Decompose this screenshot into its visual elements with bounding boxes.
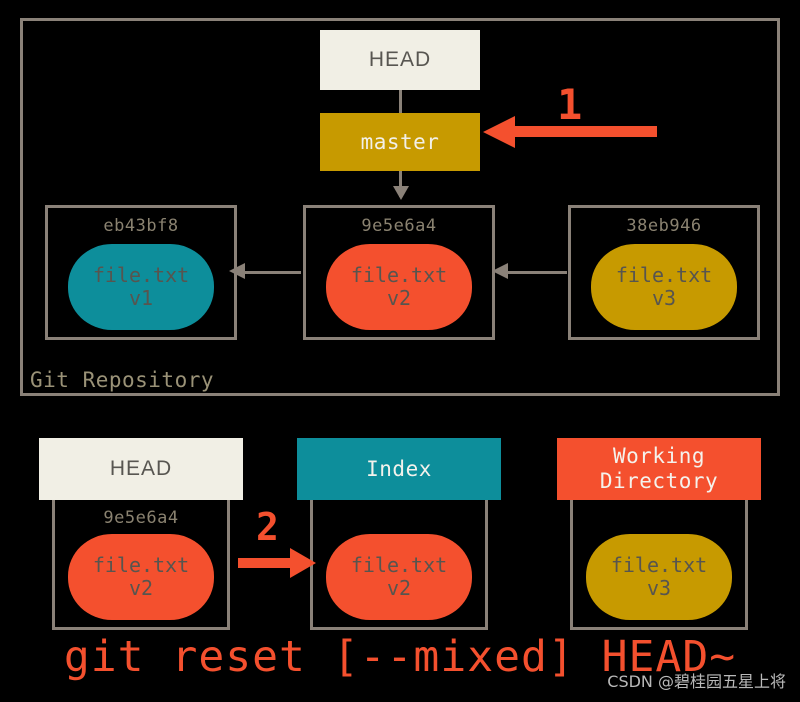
area-header-working-directory: Working Directory	[557, 438, 761, 500]
blob-filename: file.txt	[92, 263, 190, 287]
blob-version: v2	[128, 576, 154, 600]
area-header-head: HEAD	[39, 438, 243, 500]
blob-filename: file.txt	[610, 553, 708, 577]
head-pointer-label: HEAD	[368, 48, 432, 71]
commit-box-38eb946: 38eb946 file.txt v3	[568, 205, 760, 340]
area-title-label: Index	[366, 456, 432, 481]
blob-filename: file.txt	[350, 263, 448, 287]
area-blob-head: file.txt v2	[68, 534, 214, 620]
commit-blob: file.txt v3	[591, 244, 737, 330]
commit-box-eb43bf8: eb43bf8 file.txt v1	[45, 205, 237, 340]
diagram-canvas: Git Repository HEAD master eb43bf8 file.…	[0, 0, 800, 702]
master-branch-label: master	[360, 130, 440, 154]
commit-hash-label: 38eb946	[626, 216, 702, 236]
blob-version: v2	[386, 286, 412, 310]
commit-parent-arrowhead	[229, 263, 245, 279]
blob-version: v2	[386, 576, 412, 600]
blob-filename: file.txt	[92, 553, 190, 577]
master-to-commit-arrowhead	[393, 186, 409, 200]
area-header-index: Index	[297, 438, 501, 500]
annotation-arrow-1-shaft	[512, 126, 657, 137]
blob-version: v3	[646, 576, 672, 600]
commit-blob: file.txt v2	[326, 244, 472, 330]
blob-filename: file.txt	[350, 553, 448, 577]
commit-parent-link	[243, 271, 301, 274]
area-title-label: Working Directory	[599, 444, 719, 493]
git-repository-label: Git Repository	[30, 368, 215, 392]
area-blob-index: file.txt v2	[326, 534, 472, 620]
annotation-step-2-label: 2	[256, 505, 279, 549]
commit-parent-link	[505, 271, 567, 274]
commit-box-9e5e6a4: 9e5e6a4 file.txt v2	[303, 205, 495, 340]
head-to-master-connector	[399, 90, 402, 114]
head-pointer-box: HEAD	[320, 30, 480, 90]
blob-filename: file.txt	[615, 263, 713, 287]
watermark-label: CSDN @碧桂园五星上将	[607, 672, 786, 691]
commit-blob: file.txt v1	[68, 244, 214, 330]
area-blob-working-directory: file.txt v3	[586, 534, 732, 620]
blob-version: v1	[128, 286, 154, 310]
blob-version: v3	[651, 286, 677, 310]
area-hash-label: 9e5e6a4	[103, 508, 179, 528]
annotation-step-1-label: 1	[557, 80, 583, 129]
area-title-label: HEAD	[109, 457, 173, 480]
annotation-arrow-2-shaft	[238, 558, 294, 568]
commit-parent-arrowhead	[492, 263, 508, 279]
master-branch-box: master	[320, 113, 480, 171]
commit-hash-label: 9e5e6a4	[361, 216, 437, 236]
commit-hash-label: eb43bf8	[103, 216, 179, 236]
annotation-arrow-2-head	[290, 548, 316, 578]
annotation-arrow-1-head	[483, 116, 515, 148]
